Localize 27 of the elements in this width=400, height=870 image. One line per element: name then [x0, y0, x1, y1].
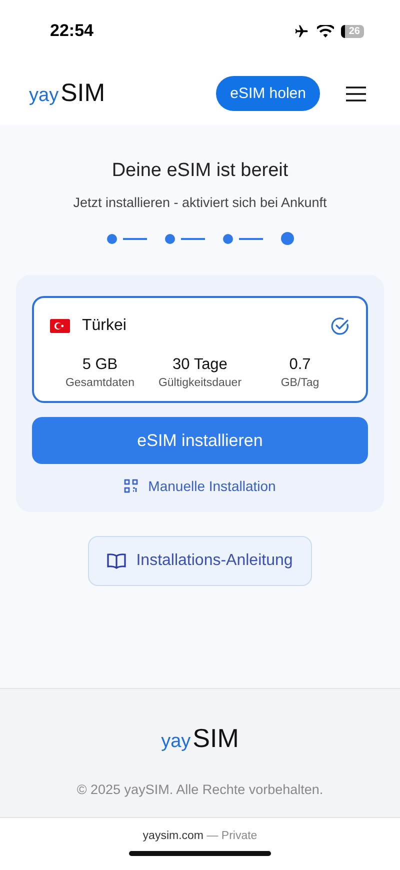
page-subtitle: Jetzt installieren - aktiviert sich bei Ankunft	[73, 195, 327, 210]
book-icon	[107, 552, 126, 570]
stat-value: 5 GB	[82, 356, 118, 374]
manual-installation-link[interactable]: Manuelle Installation	[148, 478, 276, 494]
status-time: 22:54	[50, 21, 94, 41]
battery-icon: 26	[340, 24, 364, 38]
installation-guide-button[interactable]: Installations-Anleitung	[88, 536, 312, 586]
stat-label: Gesamtdaten	[65, 377, 135, 389]
country-name: Türkei	[82, 317, 126, 335]
copyright-text: © 2025 yaySIM. Alle Rechte vorbehalten.	[76, 782, 324, 797]
plan-card[interactable]: Türkei 5 GB Gesamtdaten 30 Tage Gültigkeitsdauer 0.7 GB/Tag	[32, 296, 368, 403]
airplane-icon	[292, 24, 310, 38]
check-circle-icon	[330, 316, 350, 336]
menu-icon[interactable]	[346, 86, 366, 102]
logo[interactable]: yaySIM	[29, 79, 106, 108]
stat-label: GB/Tag	[280, 377, 320, 389]
stat-label: Gültigkeitsdauer	[158, 377, 242, 389]
install-esim-button[interactable]: eSIM installieren	[32, 417, 368, 464]
get-esim-button[interactable]: eSIM holen	[216, 76, 320, 111]
wifi-icon	[316, 24, 334, 38]
qr-code-icon	[124, 479, 138, 493]
page-title: Deine eSIM ist bereit	[112, 160, 288, 182]
address-bar[interactable]: yaysim.com — Private	[142, 830, 258, 842]
footer-logo: yaySIM	[161, 723, 239, 754]
flag-icon	[50, 319, 70, 333]
stat-value: 0.7	[289, 356, 311, 374]
stat-value: 30 Tage	[172, 356, 228, 374]
